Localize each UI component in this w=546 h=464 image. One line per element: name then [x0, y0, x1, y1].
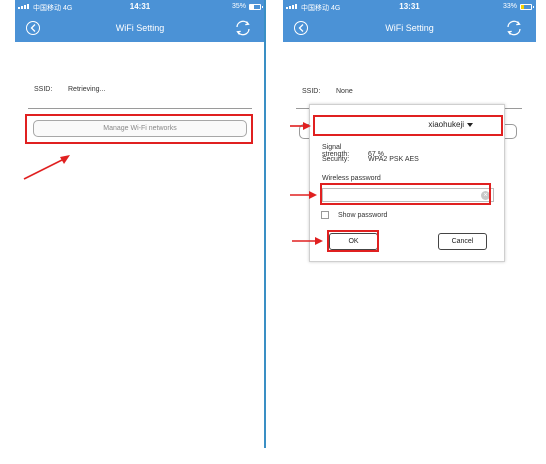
annotation-arrow-icon [292, 237, 323, 245]
ssid-value: Retrieving... [68, 86, 106, 93]
security-row: Security: WPA2 PSK AES [322, 156, 419, 163]
page-title: WiFi Setting [115, 23, 165, 33]
ssid-label: SSID: [34, 86, 53, 93]
clock: 13:31 [399, 2, 420, 11]
show-password-label: Show password [338, 212, 388, 219]
battery-icon [249, 3, 263, 10]
cancel-button[interactable]: Cancel [438, 233, 487, 250]
divider [28, 108, 252, 109]
status-bar: 中国移动 4G 13:31 33% [283, 0, 536, 15]
highlight-box-manage [25, 114, 253, 144]
ssid-value: None [336, 88, 353, 95]
annotation-arrow-icon [290, 122, 311, 130]
status-bar: 中国移动 4G 14:31 35% [15, 0, 265, 15]
screen-divider [264, 0, 266, 448]
ssid-row: SSID: None [302, 88, 353, 95]
ssid-row: SSID: Retrieving... [34, 86, 105, 93]
nav-bar: WiFi Setting [283, 15, 536, 42]
show-password-checkbox[interactable] [321, 211, 329, 219]
battery-percent: 35% [231, 3, 246, 10]
highlight-box-network [313, 115, 503, 136]
highlight-box-ok [327, 230, 379, 252]
ssid-label: SSID: [302, 88, 321, 95]
annotation-arrow-icon [23, 155, 70, 180]
nav-bar: WiFi Setting [15, 15, 265, 42]
refresh-button[interactable] [233, 18, 253, 38]
page-title: WiFi Setting [385, 23, 434, 33]
refresh-icon [236, 20, 250, 36]
refresh-button[interactable] [504, 18, 524, 38]
refresh-icon [507, 20, 521, 36]
battery-icon [520, 3, 534, 10]
password-label: Wireless password [322, 175, 381, 182]
highlight-box-password [320, 183, 491, 205]
phone-screen-left: 中国移动 4G 14:31 35% WiFi Setting SSID: Retr… [15, 0, 265, 452]
security-label: Security: [322, 156, 350, 163]
clock: 14:31 [129, 2, 151, 11]
annotation-arrow-icon [290, 191, 317, 199]
battery-percent: 33% [502, 3, 517, 10]
security-value: WPA2 PSK AES [368, 156, 419, 163]
